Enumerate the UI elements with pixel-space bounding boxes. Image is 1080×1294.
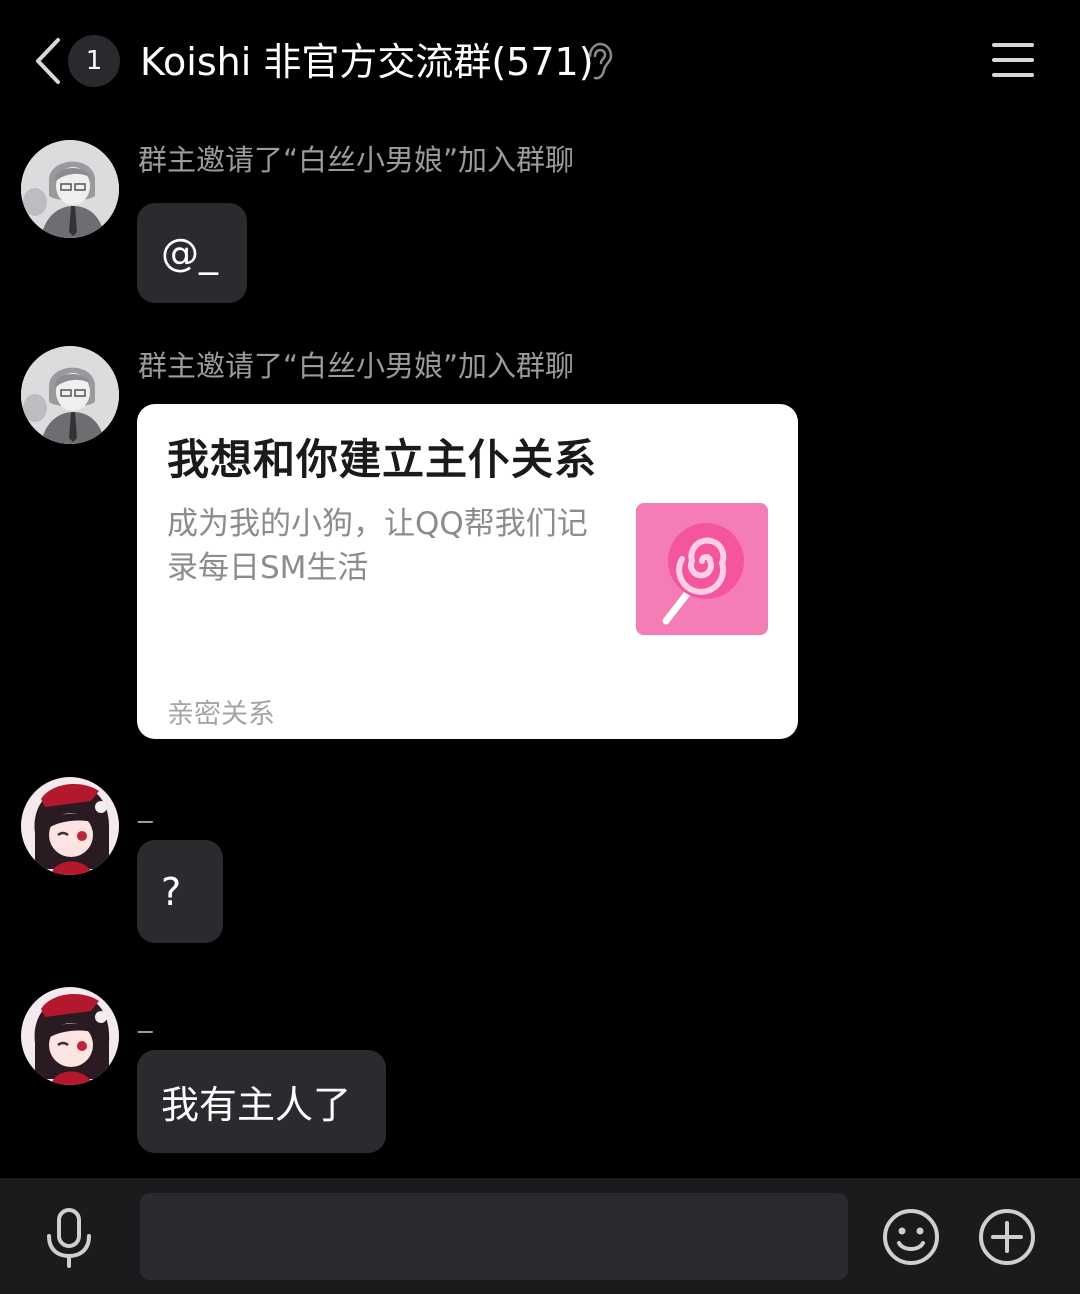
message-bubble[interactable]: ?	[137, 840, 223, 943]
red-anime-avatar-icon	[21, 777, 119, 875]
gray-anime-avatar-icon	[21, 140, 119, 238]
sender-name: 群主邀请了“白丝小男娘”加入群聊	[138, 349, 575, 383]
avatar[interactable]	[21, 777, 119, 875]
card-description: 成为我的小狗，让QQ帮我们记录每日SM生活	[167, 506, 588, 586]
card-tag: 亲密关系	[167, 699, 275, 730]
card-title: 我想和你建立主仆关系	[167, 435, 598, 484]
lollipop-icon	[636, 503, 768, 635]
avatar[interactable]	[21, 346, 119, 444]
back-icon[interactable]	[28, 36, 68, 86]
red-anime-avatar-icon	[21, 987, 119, 1085]
ear-icon[interactable]	[584, 42, 614, 82]
avatar[interactable]	[21, 140, 119, 238]
emoji-icon[interactable]	[882, 1208, 940, 1266]
message-input[interactable]	[140, 1193, 848, 1280]
message-bubble[interactable]: @_	[137, 203, 247, 303]
sender-name: 群主邀请了“白丝小男娘”加入群聊	[138, 143, 575, 177]
avatar[interactable]	[21, 987, 119, 1085]
card-thumbnail	[636, 503, 768, 635]
chat-header: 1 Koishi 非官方交流群(571)	[0, 0, 1080, 125]
unread-badge[interactable]: 1	[68, 35, 120, 87]
page-title[interactable]: Koishi 非官方交流群(571)	[140, 36, 594, 88]
plus-icon[interactable]	[978, 1208, 1036, 1266]
sender-name: _	[138, 789, 153, 823]
relationship-card[interactable]: 我想和你建立主仆关系 成为我的小狗，让QQ帮我们记录每日SM生活 亲密关系	[137, 404, 798, 739]
sender-name: _	[138, 999, 153, 1033]
chat-screen: 1 Koishi 非官方交流群(571) 群主邀请了“白丝小男娘”加入群聊 @_	[0, 0, 1080, 1294]
menu-icon[interactable]	[992, 42, 1034, 78]
gray-anime-avatar-icon	[21, 346, 119, 444]
mic-icon[interactable]	[44, 1208, 94, 1268]
message-bubble[interactable]: 我有主人了	[137, 1050, 386, 1153]
